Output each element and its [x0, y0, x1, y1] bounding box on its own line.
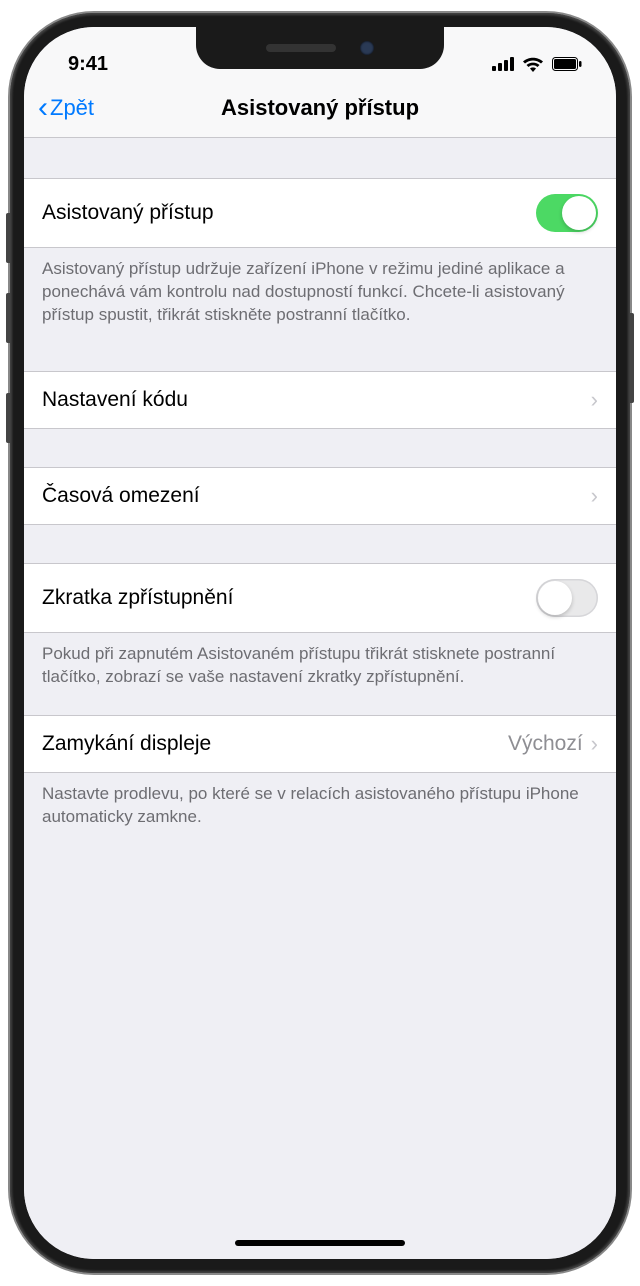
row-label: Zkratka zpřístupnění — [42, 586, 536, 610]
cellular-signal-icon — [492, 57, 514, 71]
row-guided-access[interactable]: Asistovaný přístup — [24, 178, 616, 248]
footer-display-lock: Nastavte prodlevu, po které se v relacíc… — [24, 773, 616, 835]
device-frame: 9:41 ‹ Zpět Asistovaný přístup — [10, 13, 630, 1273]
back-button[interactable]: ‹ Zpět — [38, 93, 94, 123]
chevron-right-icon: › — [591, 483, 598, 509]
row-passcode-settings[interactable]: Nastavení kódu › — [24, 371, 616, 429]
home-indicator[interactable] — [235, 1240, 405, 1246]
wifi-icon — [522, 56, 544, 72]
chevron-right-icon: › — [591, 387, 598, 413]
nav-bar: ‹ Zpět Asistovaný přístup — [24, 83, 616, 138]
toggle-guided-access[interactable] — [536, 194, 598, 232]
toggle-knob — [538, 581, 572, 615]
battery-icon — [552, 57, 582, 71]
row-label: Časová omezení — [42, 484, 591, 508]
row-time-limits[interactable]: Časová omezení › — [24, 467, 616, 525]
back-label: Zpět — [50, 95, 94, 121]
page-title: Asistovaný přístup — [38, 95, 602, 121]
status-time: 9:41 — [68, 53, 108, 76]
row-label: Zamykání displeje — [42, 732, 508, 756]
chevron-left-icon: ‹ — [38, 93, 48, 123]
row-value: Výchozí — [508, 732, 583, 756]
row-label: Nastavení kódu — [42, 388, 591, 412]
row-label: Asistovaný přístup — [42, 201, 536, 225]
screen: 9:41 ‹ Zpět Asistovaný přístup — [24, 27, 616, 1259]
row-accessibility-shortcut[interactable]: Zkratka zpřístupnění — [24, 563, 616, 633]
footer-guided-access: Asistovaný přístup udržuje zařízení iPho… — [24, 248, 616, 333]
chevron-right-icon: › — [591, 731, 598, 757]
status-icons — [492, 56, 582, 72]
toggle-accessibility-shortcut[interactable] — [536, 579, 598, 617]
notch — [196, 27, 444, 69]
row-display-lock[interactable]: Zamykání displeje Výchozí › — [24, 715, 616, 773]
toggle-knob — [562, 196, 596, 230]
footer-shortcut: Pokud při zapnutém Asistovaném přístupu … — [24, 633, 616, 695]
front-camera — [360, 41, 374, 55]
content: Asistovaný přístup Asistovaný přístup ud… — [24, 138, 616, 1259]
speaker-grille — [266, 44, 336, 52]
